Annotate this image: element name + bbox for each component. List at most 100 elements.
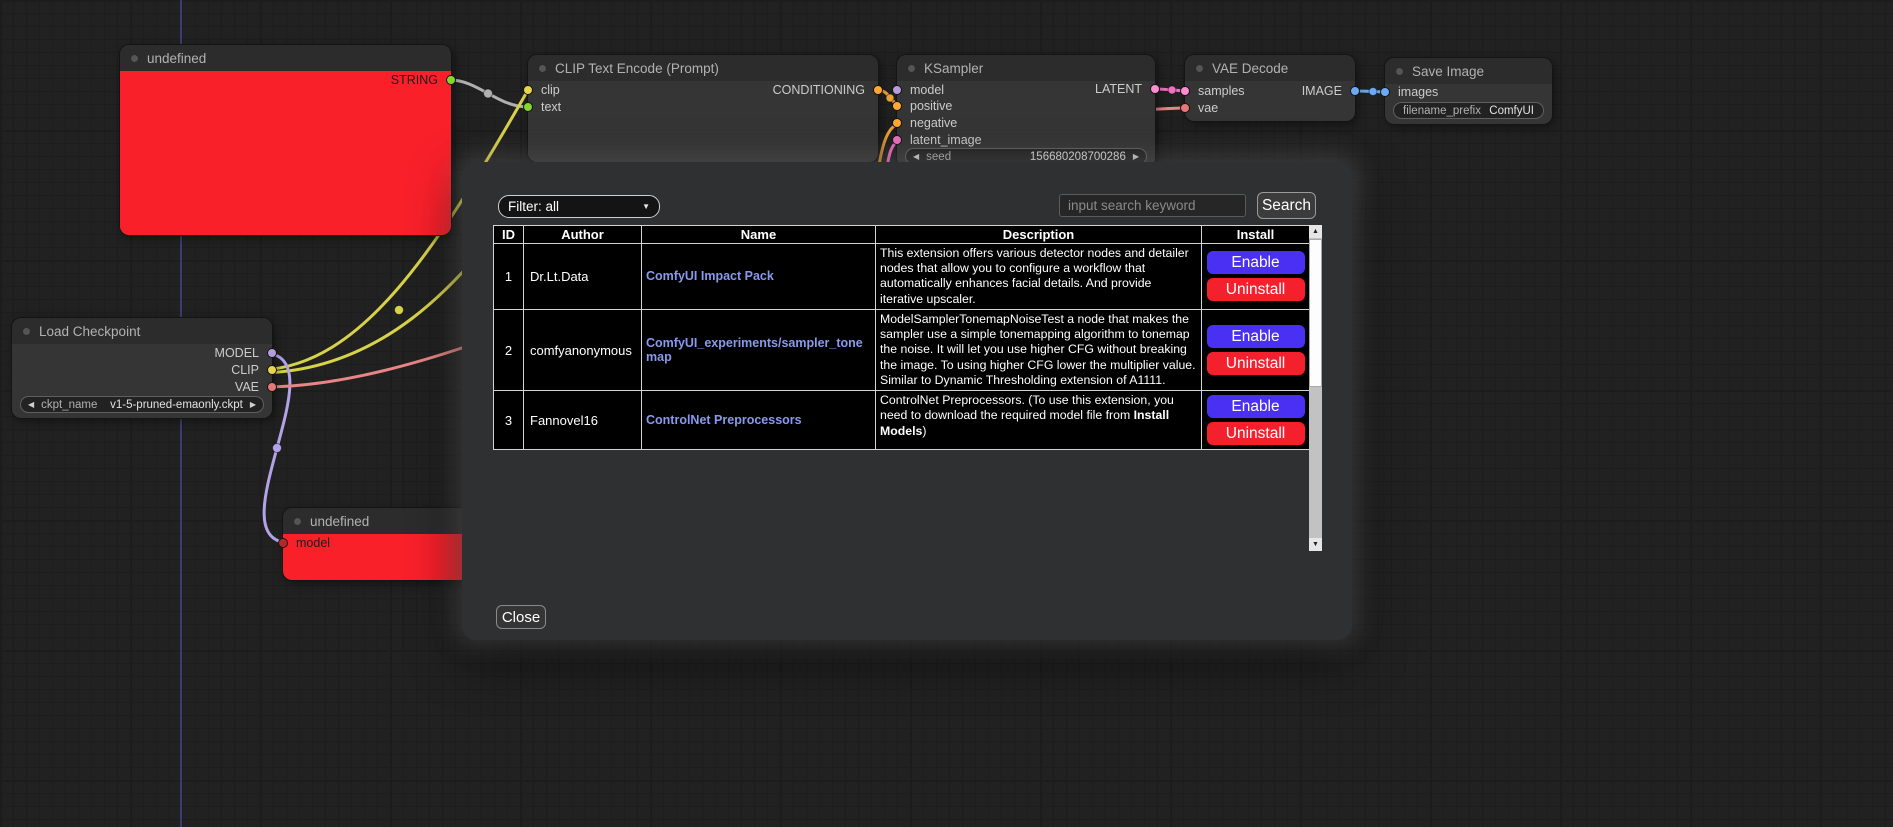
header-description: Description [876,226,1202,244]
row-id: 2 [494,310,524,391]
input-slot-vae[interactable]: vae [1185,101,1355,115]
uninstall-button[interactable]: Uninstall [1207,278,1305,301]
output-slot-vae[interactable]: VAE [12,380,272,394]
node-vae-decode[interactable]: VAE Decode samples vae IMAGE [1185,55,1355,121]
collapse-dot-icon[interactable] [1395,67,1404,76]
close-button[interactable]: Close [496,605,546,629]
extension-row: 1 Dr.Lt.Data ComfyUI Impact Pack This ex… [494,244,1309,310]
slot-dot[interactable] [1350,86,1360,96]
collapse-dot-icon[interactable] [130,54,139,63]
node-undefined-top[interactable]: undefined STRING [120,45,451,235]
extension-link[interactable]: ControlNet Preprocessors [646,413,802,427]
input-slot-latent-image[interactable]: latent_image [897,133,1155,147]
slot-dot[interactable] [1150,84,1160,94]
node-title-bar[interactable]: VAE Decode [1185,55,1355,81]
slot-dot[interactable] [1380,87,1390,97]
search-button[interactable]: Search [1257,192,1316,219]
widget-value: v1-5-pruned-emaonly.ckpt [110,399,243,411]
slot-dot[interactable] [873,85,883,95]
select-caret-icon: ▼ [642,202,650,211]
widget-value: 156680208700286 [1030,151,1126,163]
node-body [120,71,451,235]
collapse-dot-icon[interactable] [293,517,302,526]
slot-dot[interactable] [523,102,533,112]
slot-dot[interactable] [267,348,277,358]
node-title-label: undefined [310,514,369,529]
input-slot-negative[interactable]: negative [897,116,1155,130]
input-slot-text[interactable]: text [528,100,878,114]
uninstall-button[interactable]: Uninstall [1207,422,1305,445]
node-title-bar[interactable]: CLIP Text Encode (Prompt) [528,55,878,81]
link-dot-latent [1168,86,1176,94]
link-dot-image [1369,88,1377,96]
ckpt-name-widget[interactable]: ◀ ckpt_name v1-5-pruned-emaonly.ckpt ▶ [20,396,264,413]
node-load-checkpoint[interactable]: Load Checkpoint MODEL CLIP VAE ◀ ckpt_na… [12,318,272,418]
slot-label: CLIP [231,363,259,377]
widget-name-label: ckpt_name [41,399,97,411]
node-title-bar[interactable]: KSampler [897,55,1155,81]
extension-row: 2 comfyanonymous ComfyUI_experiments/sam… [494,310,1309,391]
slot-label: positive [910,99,952,113]
table-scrollbar[interactable]: ▲ ▼ [1309,225,1322,551]
input-slot-positive[interactable]: positive [897,99,1155,113]
scroll-down-arrow-icon[interactable]: ▼ [1309,538,1322,551]
slot-dot[interactable] [267,365,277,375]
collapse-dot-icon[interactable] [1195,64,1204,73]
row-id: 3 [494,391,524,450]
link-dot-clip [395,306,404,315]
row-author: Dr.Lt.Data [524,244,642,310]
enable-button[interactable]: Enable [1207,395,1305,418]
description-text: ) [922,424,926,438]
widget-name-label: seed [926,151,951,163]
node-title-bar[interactable]: Load Checkpoint [12,318,272,344]
node-title-bar[interactable]: Save Image [1385,58,1552,84]
output-slot-model[interactable]: MODEL [12,346,272,360]
filter-select-value: Filter: all [508,199,559,214]
enable-button[interactable]: Enable [1207,251,1305,274]
increment-arrow-icon[interactable]: ▶ [250,396,256,413]
row-author: Fannovel16 [524,391,642,450]
header-name: Name [642,226,876,244]
uninstall-button[interactable]: Uninstall [1207,352,1305,375]
slot-dot[interactable] [892,135,902,145]
slot-dot[interactable] [278,538,288,548]
output-slot-latent[interactable]: LATENT [897,82,1155,96]
extensions-table: ID Author Name Description Install 1 Dr.… [493,225,1309,450]
decrement-arrow-icon[interactable]: ◀ [28,396,34,413]
node-ksampler[interactable]: KSampler model positive negative latent_… [897,55,1155,167]
collapse-dot-icon[interactable] [538,64,547,73]
slot-dot[interactable] [446,75,456,85]
search-input[interactable] [1059,194,1246,217]
filter-select[interactable]: Filter: all ▼ [498,195,660,218]
node-save-image[interactable]: Save Image images filename_prefix ComfyU… [1385,58,1552,124]
output-slot-string[interactable]: STRING [120,73,451,87]
node-title-label: Save Image [1412,64,1484,79]
node-title-label: VAE Decode [1212,61,1288,76]
output-slot-image[interactable]: IMAGE [1185,84,1355,98]
slot-dot[interactable] [892,101,902,111]
comfyui-canvas[interactable]: undefined STRING CLIP Text Encode (Promp… [0,0,1893,827]
collapse-dot-icon[interactable] [907,64,916,73]
input-slot-images[interactable]: images [1385,85,1552,99]
row-install-cell: Enable Uninstall [1202,391,1310,450]
slot-dot[interactable] [892,118,902,128]
scroll-up-arrow-icon[interactable]: ▲ [1309,225,1322,238]
slot-label: vae [1198,101,1218,115]
extension-link[interactable]: ComfyUI_experiments/sampler_tonemap [646,336,871,364]
extension-link[interactable]: ComfyUI Impact Pack [646,269,774,283]
slot-dot[interactable] [267,382,277,392]
collapse-dot-icon[interactable] [22,327,31,336]
slot-label: latent_image [910,133,982,147]
filename-prefix-widget[interactable]: filename_prefix ComfyUI [1393,102,1544,119]
row-install-cell: Enable Uninstall [1202,244,1310,310]
output-slot-clip[interactable]: CLIP [12,363,272,377]
node-title-bar[interactable]: undefined [120,45,451,71]
enable-button[interactable]: Enable [1207,325,1305,348]
header-id: ID [494,226,524,244]
output-slot-conditioning[interactable]: CONDITIONING [528,83,878,97]
node-title-label: KSampler [924,61,983,76]
slot-dot[interactable] [1180,103,1190,113]
node-clip-text-encode[interactable]: CLIP Text Encode (Prompt) clip text COND… [528,55,878,162]
scrollbar-thumb[interactable] [1309,239,1322,387]
link-dot-model [273,444,282,453]
